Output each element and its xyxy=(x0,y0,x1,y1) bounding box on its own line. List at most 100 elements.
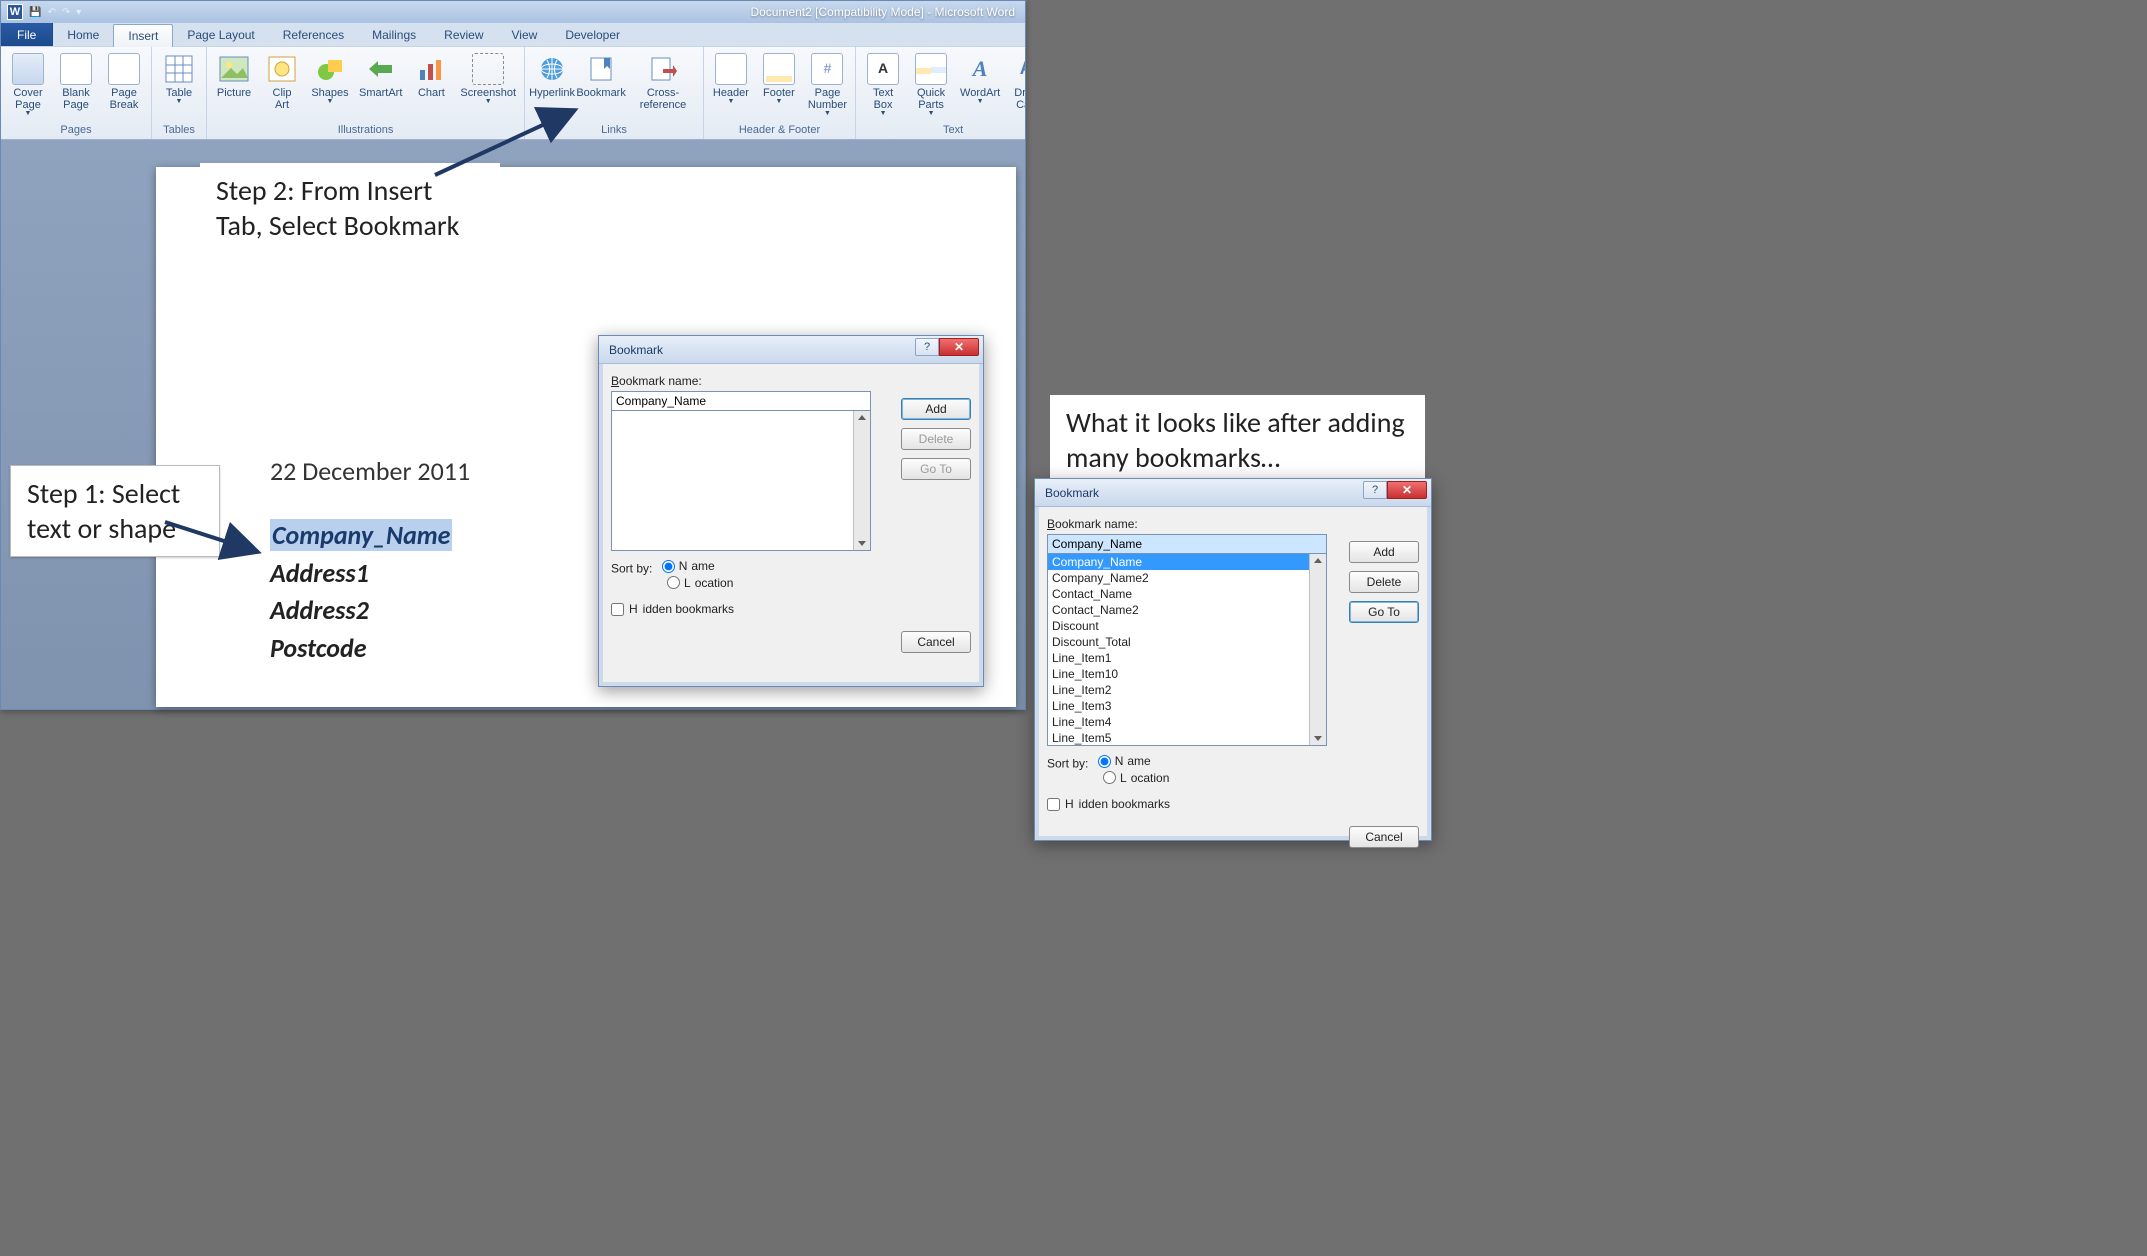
tab-view[interactable]: View xyxy=(498,23,552,46)
footer-button[interactable]: Footer ▼ xyxy=(758,51,800,108)
bookmark-name-input[interactable] xyxy=(611,391,871,411)
header-button[interactable]: Header ▼ xyxy=(710,51,752,108)
cover-page-icon xyxy=(12,53,44,85)
drop-cap-button[interactable]: A Drop Cap xyxy=(1008,51,1025,113)
help-button[interactable]: ? xyxy=(1363,481,1387,499)
shapes-button[interactable]: Shapes ▼ xyxy=(309,51,351,108)
goto-button[interactable]: Go To xyxy=(1349,601,1419,623)
tab-home[interactable]: Home xyxy=(53,23,113,46)
sort-location-radio[interactable]: Location xyxy=(667,576,733,590)
bookmark-name-input[interactable] xyxy=(1047,534,1327,554)
text-box-icon: A xyxy=(867,53,899,85)
redo-icon[interactable]: ↷ xyxy=(62,7,70,18)
cancel-button[interactable]: Cancel xyxy=(901,631,971,653)
hidden-bookmarks-checkbox[interactable]: Hidden bookmarks xyxy=(1047,797,1170,811)
group-illustrations-label: Illustrations xyxy=(338,122,394,139)
list-item[interactable]: Company_Name2 xyxy=(1048,570,1326,586)
chart-button[interactable]: Chart xyxy=(410,51,452,101)
page-number-button[interactable]: # Page Number ▼ xyxy=(806,51,849,120)
annotation-step2: Step 2: From Insert Tab, Select Bookmark xyxy=(200,163,500,253)
bookmark-list[interactable]: Company_Name Company_Name2 Contact_Name … xyxy=(1047,554,1327,746)
delete-button: Delete xyxy=(901,428,971,450)
bookmark-button[interactable]: Bookmark xyxy=(579,51,623,101)
text-box-button[interactable]: A Text Box ▼ xyxy=(862,51,904,120)
clip-art-button[interactable]: Clip Art xyxy=(261,51,303,113)
titlebar: W 💾 ↶ ↷ ▾ Document2 [Compatibility Mode]… xyxy=(1,1,1025,23)
bookmark-dialog-2: Bookmark ? ✕ Bookmark name: Company_Name… xyxy=(1034,478,1432,841)
list-item[interactable]: Line_Item3 xyxy=(1048,698,1326,714)
cover-page-button[interactable]: Cover Page ▼ xyxy=(7,51,49,120)
list-item[interactable]: Line_Item4 xyxy=(1048,714,1326,730)
chevron-down-icon: ▼ xyxy=(727,98,734,106)
doc-line: Address2 xyxy=(270,592,470,630)
group-tables-label: Tables xyxy=(163,122,195,139)
undo-icon[interactable]: ↶ xyxy=(47,7,55,18)
close-button[interactable]: ✕ xyxy=(939,338,979,356)
smartart-icon xyxy=(365,53,397,85)
sort-location-radio[interactable]: Location xyxy=(1103,771,1169,785)
list-item[interactable]: Line_Item10 xyxy=(1048,666,1326,682)
group-headerfooter-label: Header & Footer xyxy=(739,122,820,139)
dialog-titlebar[interactable]: Bookmark ? ✕ xyxy=(1035,479,1431,507)
list-item[interactable]: Line_Item2 xyxy=(1048,682,1326,698)
footer-icon xyxy=(763,53,795,85)
bookmark-name-label: Bookmark name: xyxy=(611,374,971,388)
tab-review[interactable]: Review xyxy=(430,23,497,46)
group-tables: Table ▼ Tables xyxy=(152,47,207,139)
bookmark-list[interactable] xyxy=(611,411,871,551)
page-number-icon: # xyxy=(811,53,843,85)
blank-page-button[interactable]: Blank Page xyxy=(55,51,97,113)
tab-mailings[interactable]: Mailings xyxy=(358,23,430,46)
sort-name-radio[interactable]: Name xyxy=(1098,754,1151,768)
group-text: A Text Box ▼ Quick Parts ▼ A WordArt ▼ xyxy=(856,47,1025,139)
wordart-button[interactable]: A WordArt ▼ xyxy=(958,51,1002,108)
help-button[interactable]: ? xyxy=(915,338,939,356)
screenshot-icon xyxy=(472,53,504,85)
table-button[interactable]: Table ▼ xyxy=(158,51,200,108)
scrollbar[interactable] xyxy=(853,411,870,550)
hidden-bookmarks-checkbox[interactable]: Hidden bookmarks xyxy=(611,602,734,616)
file-tab[interactable]: File xyxy=(1,23,53,46)
annotation-after: What it looks like after adding many boo… xyxy=(1050,395,1425,485)
tab-page-layout[interactable]: Page Layout xyxy=(173,23,268,46)
list-item[interactable]: Contact_Name2 xyxy=(1048,602,1326,618)
save-icon[interactable]: 💾 xyxy=(29,7,41,18)
list-item[interactable]: Company_Name xyxy=(1048,554,1326,570)
list-item[interactable]: Discount xyxy=(1048,618,1326,634)
cross-reference-button[interactable]: Cross-reference xyxy=(629,51,697,113)
list-item[interactable]: Line_Item1 xyxy=(1048,650,1326,666)
quick-access-toolbar: W 💾 ↶ ↷ ▾ xyxy=(1,1,87,23)
cancel-button[interactable]: Cancel xyxy=(1349,826,1419,848)
quick-parts-button[interactable]: Quick Parts ▼ xyxy=(910,51,952,120)
dialog-titlebar[interactable]: Bookmark ? ✕ xyxy=(599,336,983,364)
word-icon: W xyxy=(7,4,23,20)
hyperlink-button[interactable]: Hyperlink xyxy=(531,51,573,101)
list-item[interactable]: Contact_Name xyxy=(1048,586,1326,602)
smartart-button[interactable]: SmartArt xyxy=(357,51,404,101)
list-item[interactable]: Discount_Total xyxy=(1048,634,1326,650)
list-item[interactable]: Line_Item5 xyxy=(1048,730,1326,746)
screenshot-button[interactable]: Screenshot ▼ xyxy=(458,51,518,108)
picture-button[interactable]: Picture xyxy=(213,51,255,101)
scrollbar[interactable] xyxy=(1309,554,1326,745)
tab-references[interactable]: References xyxy=(269,23,358,46)
add-button[interactable]: Add xyxy=(1349,541,1419,563)
selected-text[interactable]: Company_Name xyxy=(270,519,452,551)
chevron-down-icon: ▼ xyxy=(928,110,935,118)
sort-by-group: Sort by: Name Location xyxy=(611,559,971,592)
chevron-down-icon: ▼ xyxy=(824,110,831,118)
tab-developer[interactable]: Developer xyxy=(551,23,634,46)
add-button[interactable]: Add xyxy=(901,398,971,420)
page-break-button[interactable]: Page Break xyxy=(103,51,145,113)
clip-art-icon xyxy=(266,53,298,85)
hyperlink-icon xyxy=(536,53,568,85)
tab-insert[interactable]: Insert xyxy=(113,24,173,47)
sort-name-radio[interactable]: Name xyxy=(662,559,715,573)
bookmark-name-label: Bookmark name: xyxy=(1047,517,1419,531)
group-links-label: Links xyxy=(601,122,627,139)
qat-dropdown-icon[interactable]: ▾ xyxy=(76,7,81,18)
delete-button[interactable]: Delete xyxy=(1349,571,1419,593)
dialog-title: Bookmark xyxy=(599,343,663,357)
close-button[interactable]: ✕ xyxy=(1387,481,1427,499)
chevron-down-icon: ▼ xyxy=(25,110,32,118)
